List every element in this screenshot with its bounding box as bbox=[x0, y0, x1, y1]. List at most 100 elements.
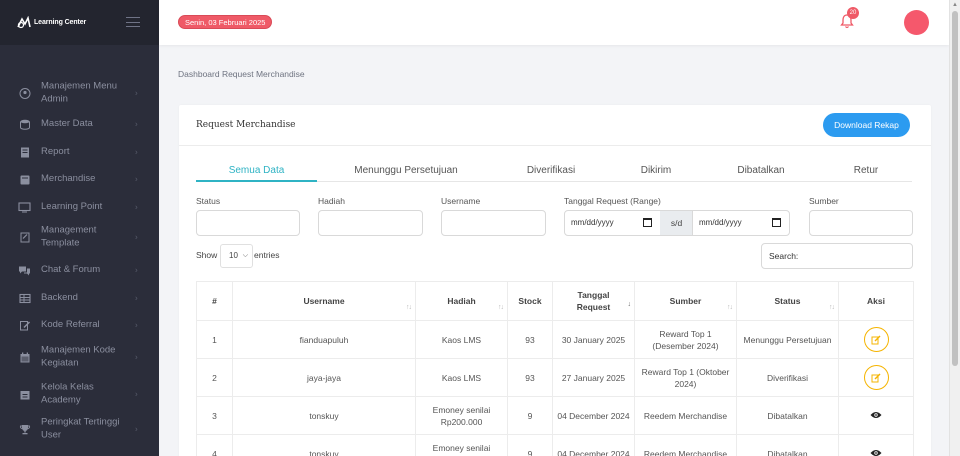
cell-status: Dibatalkan bbox=[736, 396, 839, 435]
sidebar-item-report[interactable]: Report › bbox=[0, 139, 159, 165]
cell-stock: 93 bbox=[507, 358, 553, 397]
sidebar-item-kelola-kelas-academy[interactable]: Kelola Kelas Academy › bbox=[0, 381, 159, 407]
cell-status: Diverifikasi bbox=[736, 358, 839, 397]
tab-semua-data[interactable]: Semua Data bbox=[196, 165, 317, 176]
cell-aksi bbox=[838, 358, 914, 397]
template-icon bbox=[18, 231, 31, 244]
sumber-filter-input[interactable] bbox=[809, 210, 913, 236]
sidebar-item-merchandise[interactable]: Merchandise › bbox=[0, 166, 159, 192]
cell-aksi bbox=[838, 434, 914, 456]
cell-username: tonskuy bbox=[232, 434, 416, 456]
status-filter-label: Status bbox=[196, 196, 221, 206]
menu-toggle-icon[interactable] bbox=[126, 17, 140, 27]
sidebar-item-manajemen-menu-admin[interactable]: Manajemen Menu Admin › bbox=[0, 80, 159, 106]
tab-dibatalkan[interactable]: Dibatalkan bbox=[706, 165, 816, 176]
sidebar-item-label: Peringkat Tertinggi User bbox=[41, 416, 120, 441]
sidebar-item-manajemen-kode-kegiatan[interactable]: Manajemen Kode Kegiatan › bbox=[0, 344, 159, 370]
sidebar-item-chat-forum[interactable]: Chat & Forum › bbox=[0, 257, 159, 283]
username-filter-label: Username bbox=[441, 196, 481, 206]
tab-menunggu-persetujuan[interactable]: Menunggu Persetujuan bbox=[326, 165, 486, 176]
sidebar-item-label: Backend bbox=[41, 291, 78, 303]
user-avatar[interactable] bbox=[904, 10, 929, 35]
chevron-right-icon: › bbox=[135, 265, 138, 275]
logo-text: Learning Center bbox=[34, 19, 87, 26]
col-header-label: # bbox=[212, 296, 217, 306]
sidebar-item-label: Master Data bbox=[41, 117, 93, 129]
cell-tanggal: 30 January 2025 bbox=[552, 320, 635, 359]
col-header-no[interactable]: # bbox=[196, 281, 233, 321]
cell-no: 3 bbox=[196, 396, 233, 435]
username-filter-input[interactable] bbox=[441, 210, 546, 236]
cell-stock: 9 bbox=[507, 396, 553, 435]
cell-aksi bbox=[838, 396, 914, 435]
status-filter-input[interactable] bbox=[196, 210, 300, 236]
notification-count-badge: 20 bbox=[847, 7, 859, 19]
page-scrollbar[interactable]: ▲ bbox=[949, 0, 960, 456]
sidebar-item-backend[interactable]: Backend › bbox=[0, 285, 159, 311]
view-eye-icon[interactable] bbox=[870, 449, 882, 456]
chevron-right-icon: › bbox=[135, 424, 138, 434]
download-rekap-button[interactable]: Download Rekap bbox=[823, 113, 910, 137]
col-header-hadiah[interactable]: Hadiah ↑↓ bbox=[415, 281, 508, 321]
hadiah-filter-input[interactable] bbox=[318, 210, 423, 236]
edit-icon bbox=[871, 335, 881, 344]
col-header-label: Tanggal Request bbox=[576, 290, 611, 312]
scroll-up-icon[interactable]: ▲ bbox=[950, 0, 960, 10]
topbar: Senin, 03 Februari 2025 20 bbox=[159, 0, 949, 45]
cell-username: tonskuy bbox=[232, 396, 416, 435]
sidebar-item-label: Manajemen Kode Kegiatan bbox=[41, 344, 116, 369]
status-tabs: Semua Data Menunggu Persetujuan Diverifi… bbox=[196, 163, 912, 182]
edit-button[interactable] bbox=[863, 327, 889, 352]
cell-username: jaya-jaya bbox=[232, 358, 416, 397]
col-header-sumber[interactable]: Sumber ↑↓ bbox=[634, 281, 737, 321]
entries-select[interactable]: 10 ⌵ bbox=[220, 244, 253, 268]
cell-no: 1 bbox=[196, 320, 233, 359]
tab-diverifikasi[interactable]: Diverifikasi bbox=[496, 165, 606, 176]
cell-hadiah: Kaos LMS bbox=[415, 320, 508, 359]
col-header-tanggal[interactable]: Tanggal Request ↓ bbox=[552, 281, 635, 321]
cell-stock: 93 bbox=[507, 320, 553, 359]
cell-hadiah: Emoney senilai Rp200.000 bbox=[415, 396, 508, 435]
date-from-placeholder: mm/dd/yyyy bbox=[571, 218, 614, 227]
date-to-placeholder: mm/dd/yyyy bbox=[699, 218, 742, 227]
sidebar-item-learning-point[interactable]: Learning Point › bbox=[0, 194, 159, 220]
sidebar-item-management-template[interactable]: Management Template › bbox=[0, 224, 159, 250]
col-header-status[interactable]: Status ↑↓ bbox=[736, 281, 839, 321]
col-header-label: Status bbox=[774, 296, 801, 306]
sidebar-item-peringkat-tertinggi-user[interactable]: Peringkat Tertinggi User › bbox=[0, 416, 159, 442]
sidebar-item-label: Kode Referral bbox=[41, 318, 100, 330]
date-from-input[interactable]: mm/dd/yyyy bbox=[564, 210, 661, 236]
tab-retur[interactable]: Retur bbox=[826, 165, 906, 176]
edit-icon bbox=[871, 373, 881, 382]
calendar-icon[interactable] bbox=[643, 218, 652, 227]
view-eye-icon[interactable] bbox=[870, 411, 882, 419]
date-badge: Senin, 03 Februari 2025 bbox=[178, 15, 273, 29]
col-header-label: Hadiah bbox=[447, 296, 476, 306]
active-tab-indicator bbox=[196, 180, 317, 182]
edit-button[interactable] bbox=[863, 365, 889, 390]
sidebar-item-label: Kelola Kelas Academy bbox=[41, 381, 94, 406]
report-icon bbox=[18, 146, 31, 159]
date-to-input[interactable]: mm/dd/yyyy bbox=[692, 210, 790, 236]
table-row: 4tonskuyEmoney senilai Rp200.000904 Dece… bbox=[196, 434, 914, 456]
scrollbar-thumb[interactable] bbox=[952, 11, 958, 366]
card-title: Request Merchandise bbox=[196, 120, 296, 130]
cell-no: 2 bbox=[196, 358, 233, 397]
col-header-username[interactable]: Username ↑↓ bbox=[232, 281, 416, 321]
search-input[interactable]: Search: bbox=[761, 243, 913, 269]
chevron-right-icon: › bbox=[135, 174, 138, 184]
cell-stock: 9 bbox=[507, 434, 553, 456]
chevron-right-icon: › bbox=[135, 232, 138, 242]
calendar-icon[interactable] bbox=[772, 218, 781, 227]
chevron-right-icon: › bbox=[135, 320, 138, 330]
sidebar-item-kode-referral[interactable]: Kode Referral › bbox=[0, 312, 159, 338]
sidebar-item-master-data[interactable]: Master Data › bbox=[0, 111, 159, 137]
cell-username: fianduapuluh bbox=[232, 320, 416, 359]
col-header-stock[interactable]: Stock bbox=[507, 281, 553, 321]
date-range-separator: s/d bbox=[660, 210, 693, 236]
sidebar-item-label: Management Template bbox=[41, 224, 97, 249]
tab-dikirim[interactable]: Dikirim bbox=[616, 165, 696, 176]
logo-icon bbox=[17, 15, 31, 30]
sidebar-item-label: Report bbox=[41, 145, 70, 157]
card-divider bbox=[179, 145, 931, 146]
